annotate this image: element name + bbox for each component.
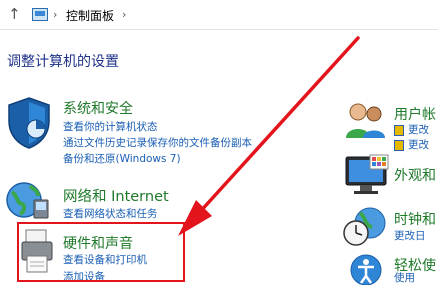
page-title: 调整计算机的设置 <box>7 54 119 70</box>
category-network-internet[interactable]: 网络和 Internet <box>63 185 169 206</box>
link-backup-restore[interactable]: 备份和还原(Windows 7) <box>63 153 181 166</box>
category-clock-region[interactable]: 时钟和 <box>394 209 436 229</box>
up-arrow-icon[interactable]: ↑ <box>8 6 21 22</box>
address-bar: ↑ › 控制面板 › <box>0 0 438 30</box>
highlight-box <box>17 222 185 282</box>
users-icon <box>346 103 385 138</box>
monitor-icon <box>345 154 389 194</box>
breadcrumb-control-panel[interactable]: 控制面板 <box>66 7 114 24</box>
control-panel-icon <box>32 8 48 21</box>
shield-icon <box>8 97 50 149</box>
link-view-computer-status[interactable]: 查看你的计算机状态 <box>63 121 158 134</box>
category-system-security[interactable]: 系统和安全 <box>63 98 133 118</box>
network-globe-icon <box>6 182 49 219</box>
link-user-change-1[interactable]: 更改 <box>394 124 429 137</box>
link-use-setting[interactable]: 使用 <box>394 272 415 285</box>
clock-globe-icon <box>343 207 386 246</box>
category-appearance[interactable]: 外观和 <box>394 165 436 185</box>
accessibility-icon <box>350 254 382 285</box>
breadcrumb-separator[interactable]: › <box>53 8 57 21</box>
breadcrumb-separator[interactable]: › <box>122 8 126 21</box>
link-network-status[interactable]: 查看网络状态和任务 <box>63 208 158 221</box>
link-user-change-2[interactable]: 更改 <box>394 139 429 152</box>
link-change-date[interactable]: 更改日 <box>394 230 426 243</box>
link-file-history-backup[interactable]: 通过文件历史记录保存你的文件备份副本 <box>63 137 252 150</box>
category-user-accounts[interactable]: 用户帐 <box>394 104 436 124</box>
